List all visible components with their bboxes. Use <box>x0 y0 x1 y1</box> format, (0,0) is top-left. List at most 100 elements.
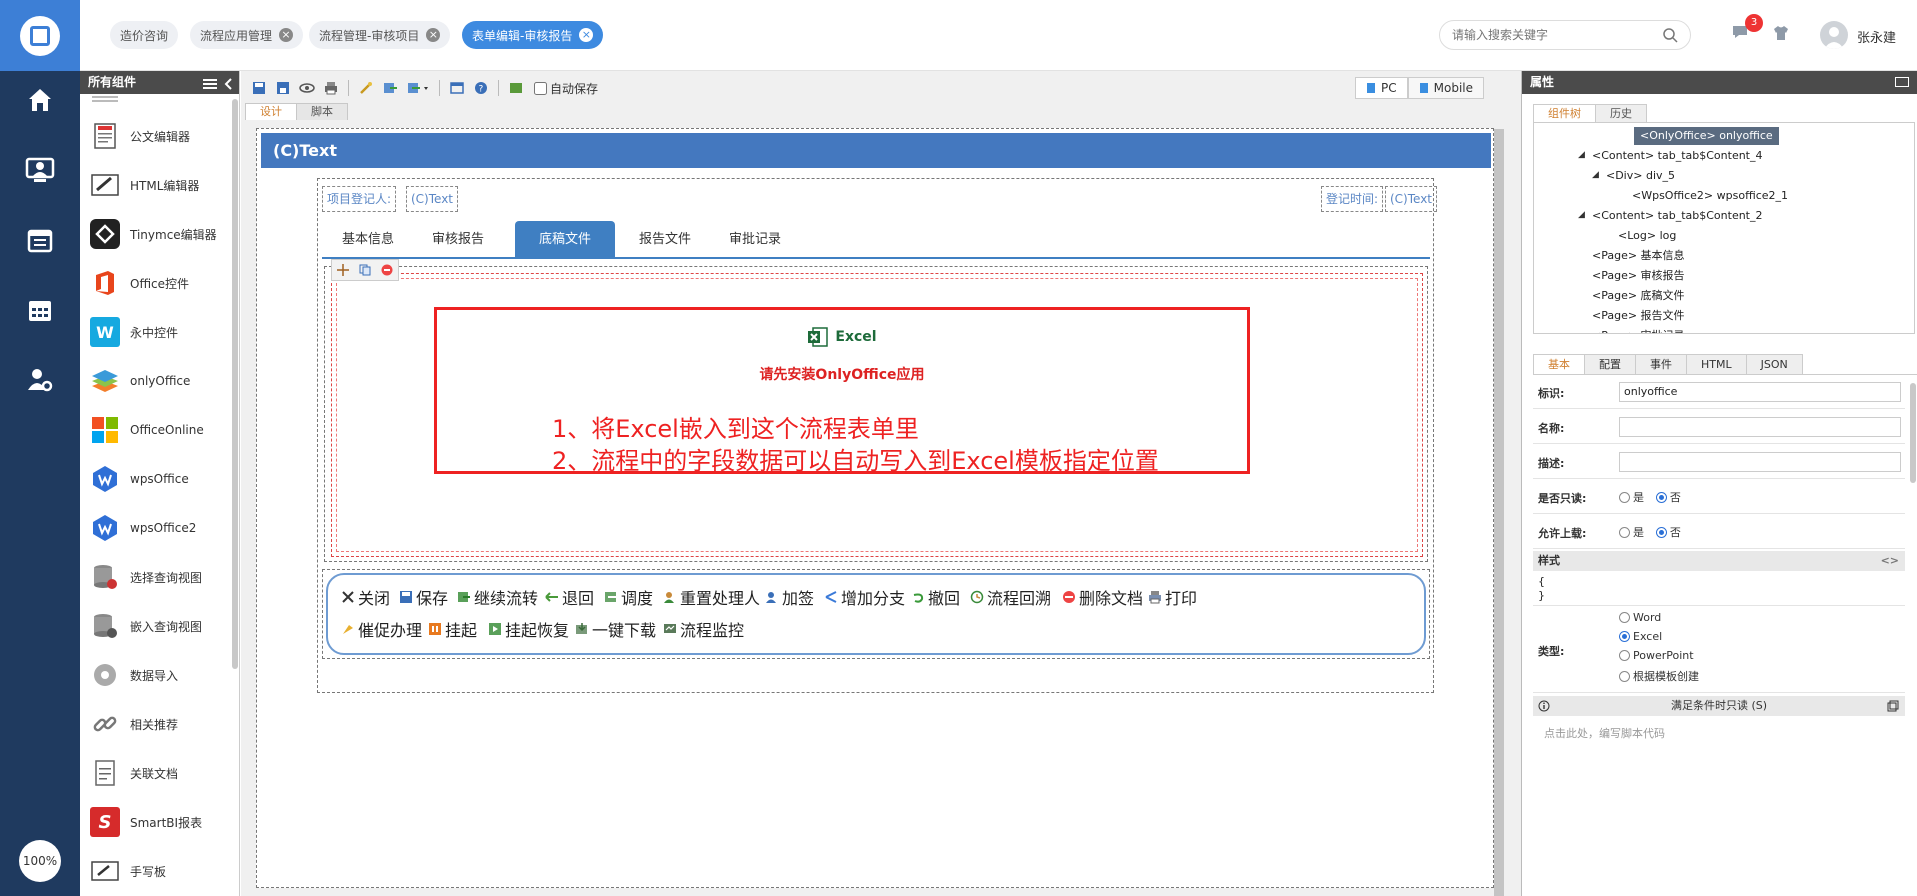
action-forward-button[interactable]: 继续流转 <box>457 586 538 608</box>
palette-scrollbar[interactable] <box>232 99 238 669</box>
palette-item[interactable]: 手写板 <box>90 853 166 889</box>
user-settings-icon[interactable] <box>22 362 58 398</box>
mobile-view-button[interactable]: Mobile <box>1407 77 1484 99</box>
registrant-field[interactable]: (C)Text <box>406 186 459 212</box>
palette-item[interactable]: 嵌入查询视图 <box>90 608 202 644</box>
action-delete-button[interactable]: 删除文档 <box>1062 586 1143 608</box>
action-close-button[interactable]: 关闭 <box>341 586 390 608</box>
tree-node[interactable]: <Page> 审核报告 <box>1592 267 1685 285</box>
readonly-yes-radio[interactable]: 是 <box>1619 489 1644 505</box>
tab-events[interactable]: 事件 <box>1635 354 1687 374</box>
avatar[interactable] <box>1820 21 1848 49</box>
tab-component-tree[interactable]: 组件树 <box>1533 104 1596 122</box>
export-dropdown-icon[interactable] <box>404 79 432 97</box>
expand-icon[interactable] <box>1887 699 1899 719</box>
upload-no-radio[interactable]: 否 <box>1655 524 1681 540</box>
form-tab-active[interactable]: 底稿文件 <box>515 221 615 259</box>
tree-node[interactable]: <Content> tab_tab$Content_4 <box>1592 147 1763 165</box>
upload-yes-radio[interactable]: 是 <box>1619 524 1644 540</box>
tab-history[interactable]: 历史 <box>1595 104 1647 122</box>
action-download-button[interactable]: 一键下载 <box>575 618 656 640</box>
palette-item[interactable]: 关联文档 <box>90 755 178 791</box>
close-icon[interactable]: × <box>426 28 441 42</box>
action-dispatch-button[interactable]: 调度 <box>604 586 653 608</box>
palette-item[interactable]: 公文编辑器 <box>90 118 190 154</box>
palette-item[interactable]: Office控件 <box>90 265 189 301</box>
tab-cost-consulting[interactable]: 造价咨询 <box>110 21 179 49</box>
palette-item[interactable]: 数据导入 <box>90 657 178 693</box>
type-template-radio[interactable]: 根据模板创建 <box>1619 668 1699 684</box>
zoom-level[interactable]: 100% <box>19 840 61 882</box>
palette-item[interactable]: W 永中控件 <box>90 314 178 350</box>
search-icon[interactable] <box>1663 28 1678 46</box>
tab-form-edit[interactable]: 表单编辑-审核报告 × <box>462 21 604 49</box>
delete-icon[interactable] <box>378 262 396 278</box>
tree-node[interactable]: <Page> 报告文件 <box>1592 307 1685 325</box>
action-print-button[interactable]: 打印 <box>1148 586 1197 608</box>
action-reset-user-button[interactable]: 重置处理人 <box>663 586 760 608</box>
desc-field[interactable] <box>1619 452 1901 472</box>
tab-process-app[interactable]: 流程应用管理 × <box>190 21 304 49</box>
tree-expander-icon[interactable]: ◢ <box>1578 210 1585 220</box>
tab-script[interactable]: 脚本 <box>296 103 348 120</box>
reg-time-field[interactable]: (C)Text <box>1385 186 1438 212</box>
onlyoffice-component[interactable]: Excel 请先安装OnlyOffice应用 1、将Excel嵌入到这个流程表单… <box>331 273 1423 557</box>
shirt-icon[interactable] <box>1772 25 1790 44</box>
type-word-radio[interactable]: Word <box>1619 611 1699 624</box>
reg-time-label[interactable]: 登记时间: <box>1321 186 1384 212</box>
id-field[interactable]: onlyoffice <box>1619 382 1901 402</box>
type-excel-radio[interactable]: Excel <box>1619 630 1699 643</box>
style-editor[interactable]: { } <box>1538 575 1545 603</box>
palette-item[interactable]: 选择查询视图 <box>90 559 202 595</box>
user-name[interactable]: 张永建 <box>1857 27 1896 46</box>
form-container[interactable]: 项目登记人: (C)Text 登记时间: (C)Text 基本信息 审核报告 底… <box>317 178 1438 693</box>
palette-item[interactable]: wpsOffice <box>90 461 189 497</box>
form-tab[interactable]: 基本信息 <box>328 221 408 259</box>
action-history-button[interactable]: 流程回溯 <box>970 586 1051 608</box>
image-icon[interactable] <box>506 79 526 97</box>
tree-node[interactable]: <Page> 底稿文件 <box>1592 287 1685 305</box>
form-tab[interactable]: 报告文件 <box>625 221 705 259</box>
tree-node[interactable]: <Log> log <box>1618 227 1676 245</box>
canvas-scrollbar[interactable] <box>1494 129 1504 896</box>
close-icon[interactable]: × <box>579 28 594 42</box>
user-monitor-icon[interactable] <box>22 152 58 188</box>
registrant-label[interactable]: 项目登记人: <box>322 186 397 212</box>
action-branch-button[interactable]: 增加分支 <box>824 586 905 608</box>
print-icon[interactable] <box>321 79 341 97</box>
action-pause-button[interactable]: 挂起 <box>428 618 477 640</box>
import-icon[interactable] <box>380 79 400 97</box>
name-field[interactable] <box>1619 417 1901 437</box>
tab-process-review[interactable]: 流程管理-审核项目 × <box>309 21 451 49</box>
minimize-icon[interactable] <box>1895 77 1909 87</box>
palette-item[interactable]: 相关推荐 <box>90 706 178 742</box>
layout-icon[interactable] <box>447 79 467 97</box>
form-tab[interactable]: 审核报告 <box>418 221 498 259</box>
tree-node[interactable]: <Page> 审批记录 <box>1592 327 1685 333</box>
action-undo-button[interactable]: 撤回 <box>911 586 960 608</box>
calendar-list-icon[interactable] <box>22 222 58 258</box>
action-add-sign-button[interactable]: 加签 <box>765 586 814 608</box>
code-icon[interactable]: <> <box>1881 551 1899 571</box>
tab-design[interactable]: 设计 <box>245 103 297 120</box>
action-save-button[interactable]: 保存 <box>399 586 448 608</box>
canvas-title[interactable]: (C)Text <box>261 133 1491 168</box>
form-tab[interactable]: 审批记录 <box>715 221 795 259</box>
properties-scrollbar[interactable] <box>1910 383 1916 483</box>
save-as-icon[interactable] <box>273 79 293 97</box>
action-back-arrow-button[interactable]: 退回 <box>545 586 594 608</box>
tab-json[interactable]: JSON <box>1745 354 1803 374</box>
tree-node[interactable]: <Content> tab_tab$Content_2 <box>1592 207 1763 225</box>
tree-expander-icon[interactable]: ◢ <box>1578 150 1585 160</box>
wand-icon[interactable] <box>356 79 376 97</box>
home-icon[interactable] <box>22 82 58 118</box>
copy-icon[interactable] <box>356 262 374 278</box>
palette-item[interactable]: OfficeOnline <box>90 412 204 448</box>
readonly-no-radio[interactable]: 否 <box>1655 489 1681 505</box>
readonly-condition-section[interactable]: 满足条件时只读 (S) <box>1533 696 1905 716</box>
tree-node[interactable]: <Page> 基本信息 <box>1592 247 1685 265</box>
palette-item[interactable]: HTML编辑器 <box>90 167 199 203</box>
palette-item[interactable]: onlyOffice <box>90 363 190 399</box>
palette-item[interactable]: Tinymce编辑器 <box>90 216 217 252</box>
tab-basic[interactable]: 基本 <box>1533 354 1585 374</box>
